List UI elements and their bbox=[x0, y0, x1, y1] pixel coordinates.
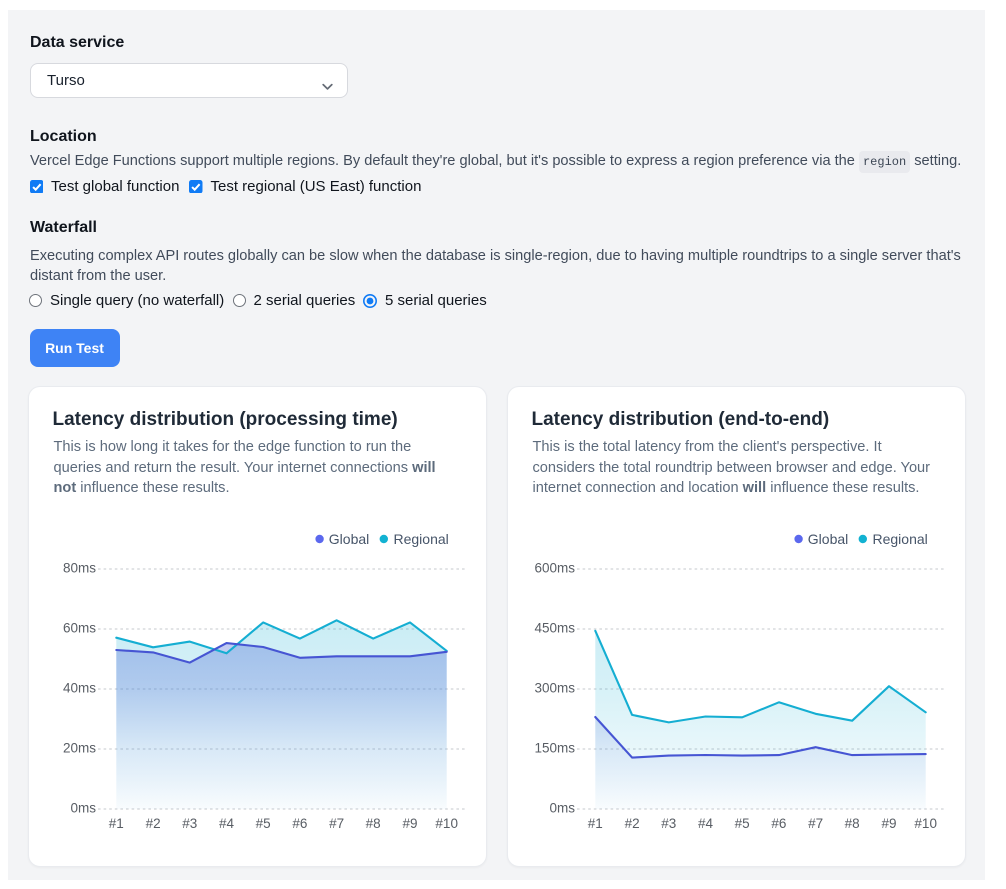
svg-text:#1: #1 bbox=[109, 816, 124, 831]
svg-text:80ms: 80ms bbox=[63, 560, 96, 575]
svg-text:0ms: 0ms bbox=[549, 800, 575, 815]
svg-text:#1: #1 bbox=[588, 816, 603, 831]
svg-text:#10: #10 bbox=[914, 816, 937, 831]
svg-text:Global: Global bbox=[808, 531, 848, 547]
svg-text:#10: #10 bbox=[435, 816, 458, 831]
svg-text:#4: #4 bbox=[219, 816, 235, 831]
svg-text:Regional: Regional bbox=[394, 531, 449, 547]
svg-text:#6: #6 bbox=[771, 816, 786, 831]
svg-text:#8: #8 bbox=[366, 816, 381, 831]
svg-text:#5: #5 bbox=[256, 816, 271, 831]
svg-text:#7: #7 bbox=[329, 816, 344, 831]
svg-text:#7: #7 bbox=[808, 816, 823, 831]
svg-text:#6: #6 bbox=[292, 816, 307, 831]
svg-text:Global: Global bbox=[329, 531, 369, 547]
svg-text:#2: #2 bbox=[146, 816, 161, 831]
svg-text:#8: #8 bbox=[845, 816, 860, 831]
svg-text:450ms: 450ms bbox=[534, 620, 575, 635]
svg-text:0ms: 0ms bbox=[70, 800, 96, 815]
svg-text:#2: #2 bbox=[625, 816, 640, 831]
svg-text:600ms: 600ms bbox=[534, 560, 575, 575]
svg-text:40ms: 40ms bbox=[63, 680, 96, 695]
svg-text:#3: #3 bbox=[182, 816, 197, 831]
svg-text:#9: #9 bbox=[881, 816, 896, 831]
svg-text:60ms: 60ms bbox=[63, 620, 96, 635]
svg-text:#9: #9 bbox=[402, 816, 417, 831]
svg-text:#3: #3 bbox=[661, 816, 676, 831]
svg-text:150ms: 150ms bbox=[534, 740, 575, 755]
svg-text:20ms: 20ms bbox=[63, 740, 96, 755]
svg-text:300ms: 300ms bbox=[534, 680, 575, 695]
svg-text:Regional: Regional bbox=[873, 531, 928, 547]
svg-text:#4: #4 bbox=[698, 816, 714, 831]
svg-text:#5: #5 bbox=[735, 816, 750, 831]
